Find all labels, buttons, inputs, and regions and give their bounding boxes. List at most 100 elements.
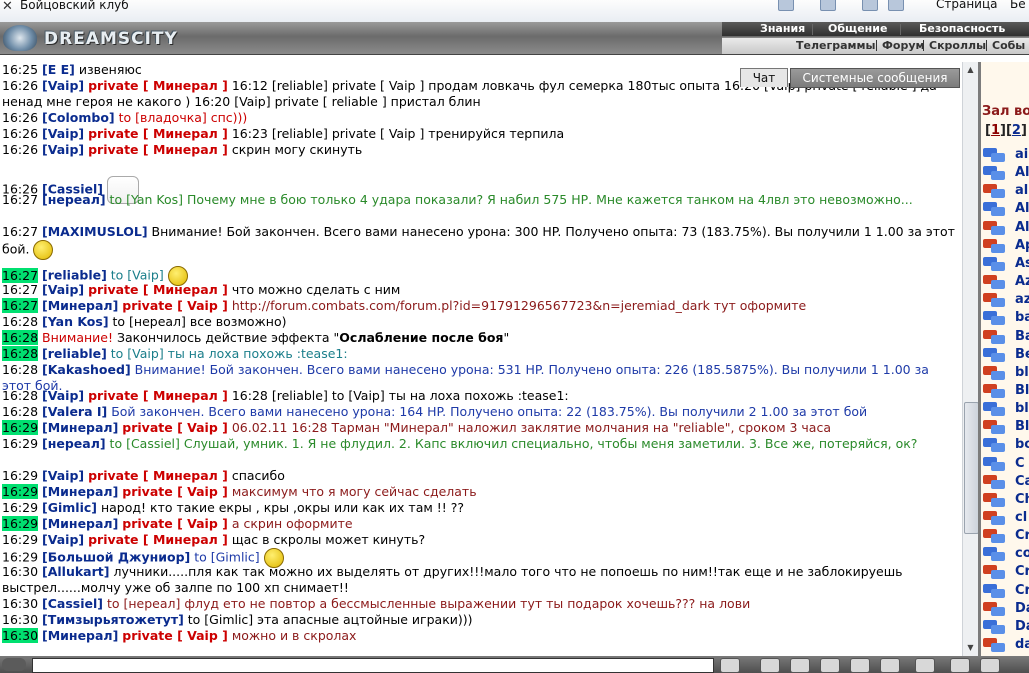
user-name[interactable]: Cr <box>1015 527 1029 545</box>
user-name[interactable]: Da <box>1015 618 1029 636</box>
message-author[interactable]: [нереал] <box>42 436 106 451</box>
private-recipient[interactable]: private [ Минерал ] <box>88 388 228 403</box>
user-name[interactable]: cl <box>1015 509 1027 527</box>
message-author[interactable]: [Минерал] <box>42 628 118 643</box>
user-name[interactable]: da <box>1015 636 1029 654</box>
message-author[interactable]: [Vaip] <box>42 282 84 297</box>
user-list-item[interactable]: Cr <box>983 582 1029 600</box>
message-author[interactable]: [Colombo] <box>42 110 115 125</box>
private-recipient[interactable]: private [ Минерал ] <box>88 282 228 297</box>
user-list-item[interactable]: Bl <box>983 418 1029 436</box>
message-author[interactable]: [Минерал] <box>42 420 118 435</box>
nav-telegrams[interactable]: Телеграммы <box>796 38 875 54</box>
private-recipient[interactable]: private [ Vaip ] <box>122 628 228 643</box>
message-author[interactable]: [Vaip] <box>42 388 84 403</box>
user-list-item[interactable]: Cr <box>983 527 1029 545</box>
user-list-item[interactable]: Al <box>983 164 1029 182</box>
chat-message-input[interactable] <box>32 658 714 673</box>
message-author[interactable]: [MAXIMUSLOL] <box>42 224 148 239</box>
user-name[interactable]: Al <box>1015 219 1029 237</box>
user-list-item[interactable]: Az <box>983 273 1029 291</box>
user-list-item[interactable]: Bl <box>983 382 1029 400</box>
user-list-item[interactable]: C <box>983 455 1029 473</box>
chat-options-icon[interactable] <box>2 658 26 671</box>
user-list-item[interactable]: Be <box>983 346 1029 364</box>
user-name[interactable]: Al <box>1015 200 1029 218</box>
user-list-item[interactable]: da <box>983 636 1029 654</box>
user-list-item[interactable]: Ch <box>983 491 1029 509</box>
message-author[interactable]: [Valera I] <box>42 404 107 419</box>
home-icon[interactable] <box>778 0 794 11</box>
message-author[interactable]: [Cassiel] <box>42 596 103 611</box>
message-author[interactable]: [Vaip] <box>42 142 84 157</box>
user-name[interactable]: bl <box>1015 400 1029 418</box>
user-list-item[interactable]: co <box>983 545 1029 563</box>
private-recipient[interactable]: private [ Минерал ] <box>88 78 228 93</box>
message-author[interactable]: [Минерал] <box>42 516 118 531</box>
user-list-item[interactable]: Da <box>983 618 1029 636</box>
page-menu[interactable]: Страница <box>936 0 998 11</box>
message-author[interactable]: [Gimlic] <box>42 500 97 515</box>
user-list-item[interactable]: cl <box>983 509 1029 527</box>
user-list-item[interactable]: Ca <box>983 473 1029 491</box>
settings-icon[interactable] <box>880 658 900 673</box>
message-author[interactable]: [Vaip] <box>42 532 84 547</box>
user-list-item[interactable]: Cr <box>983 563 1029 581</box>
user-list-item[interactable]: Ba <box>983 328 1029 346</box>
private-recipient[interactable]: private [ Минерал ] <box>88 468 228 483</box>
user-list-item[interactable]: az <box>983 291 1029 309</box>
user-list-item[interactable]: ba <box>983 309 1029 327</box>
user-name[interactable]: Cr <box>1015 563 1029 581</box>
nav-communication[interactable]: Общение <box>828 22 887 36</box>
user-name[interactable]: Ch <box>1015 491 1029 509</box>
message-author[interactable]: [Vaip] <box>42 126 84 141</box>
user-name[interactable]: Al <box>1015 164 1029 182</box>
user-list-item[interactable]: Ap <box>983 237 1029 255</box>
alert-icon[interactable] <box>820 658 840 673</box>
message-author[interactable]: [Большой Джуниор] <box>42 550 190 565</box>
scroll-thumb[interactable] <box>964 402 979 534</box>
user-name[interactable]: Bl <box>1015 382 1029 400</box>
user-name[interactable]: bo <box>1015 436 1029 454</box>
user-name[interactable]: Cr <box>1015 582 1029 600</box>
page-link-2[interactable]: 2 <box>1012 123 1021 138</box>
tab-system-messages[interactable]: Системные сообщения <box>790 68 960 88</box>
chat-scrollbar[interactable]: ▲ ▼ <box>962 62 979 656</box>
nav-scrolls[interactable]: Скроллы <box>929 38 986 54</box>
message-author[interactable]: [reliable] <box>42 346 107 361</box>
message-author[interactable]: [Kakashoed] <box>42 362 131 377</box>
user-name[interactable]: ba <box>1015 309 1029 327</box>
nav-security[interactable]: Безопасность <box>919 22 1005 36</box>
user-name[interactable]: C <box>1015 455 1025 473</box>
clear-icon[interactable] <box>760 658 780 673</box>
user-name[interactable]: bl <box>1015 364 1029 382</box>
user-name[interactable]: Be <box>1015 346 1029 364</box>
filter-icon[interactable] <box>790 658 810 673</box>
private-recipient[interactable]: private [ Vaip ] <box>122 516 228 531</box>
message-author[interactable]: [reliable] <box>42 268 107 283</box>
page-link-1[interactable]: 1 <box>991 123 1000 138</box>
message-author[interactable]: [Yan Kos] <box>42 314 109 329</box>
print-icon[interactable] <box>888 0 904 11</box>
message-author[interactable]: [Allukart] <box>42 564 109 579</box>
nav-events[interactable]: Собы <box>992 38 1025 54</box>
private-recipient[interactable]: private [ Минерал ] <box>88 142 228 157</box>
user-list-item[interactable]: ai <box>983 146 1029 164</box>
user-name[interactable]: co <box>1015 545 1029 563</box>
nav-knowledge[interactable]: Знания <box>760 22 805 36</box>
user-name[interactable]: Ba <box>1015 328 1029 346</box>
scroll-up-arrow-icon[interactable]: ▲ <box>964 63 977 77</box>
message-author[interactable]: [Vaip] <box>42 78 84 93</box>
smiles-icon[interactable] <box>915 658 935 673</box>
private-recipient[interactable]: private [ Vaip ] <box>122 298 228 313</box>
feeds-icon[interactable] <box>820 0 836 11</box>
user-name[interactable]: Bl <box>1015 418 1029 436</box>
user-name[interactable]: Ca <box>1015 473 1029 491</box>
private-recipient[interactable]: private [ Vaip ] <box>122 484 228 499</box>
mail-icon[interactable] <box>862 0 878 11</box>
user-name[interactable]: al <box>1015 182 1028 200</box>
private-recipient[interactable]: private [ Минерал ] <box>88 126 228 141</box>
message-author[interactable]: [Минерал] <box>42 484 118 499</box>
message-author[interactable]: [E E] <box>42 62 75 77</box>
user-list-item[interactable]: Al <box>983 200 1029 218</box>
